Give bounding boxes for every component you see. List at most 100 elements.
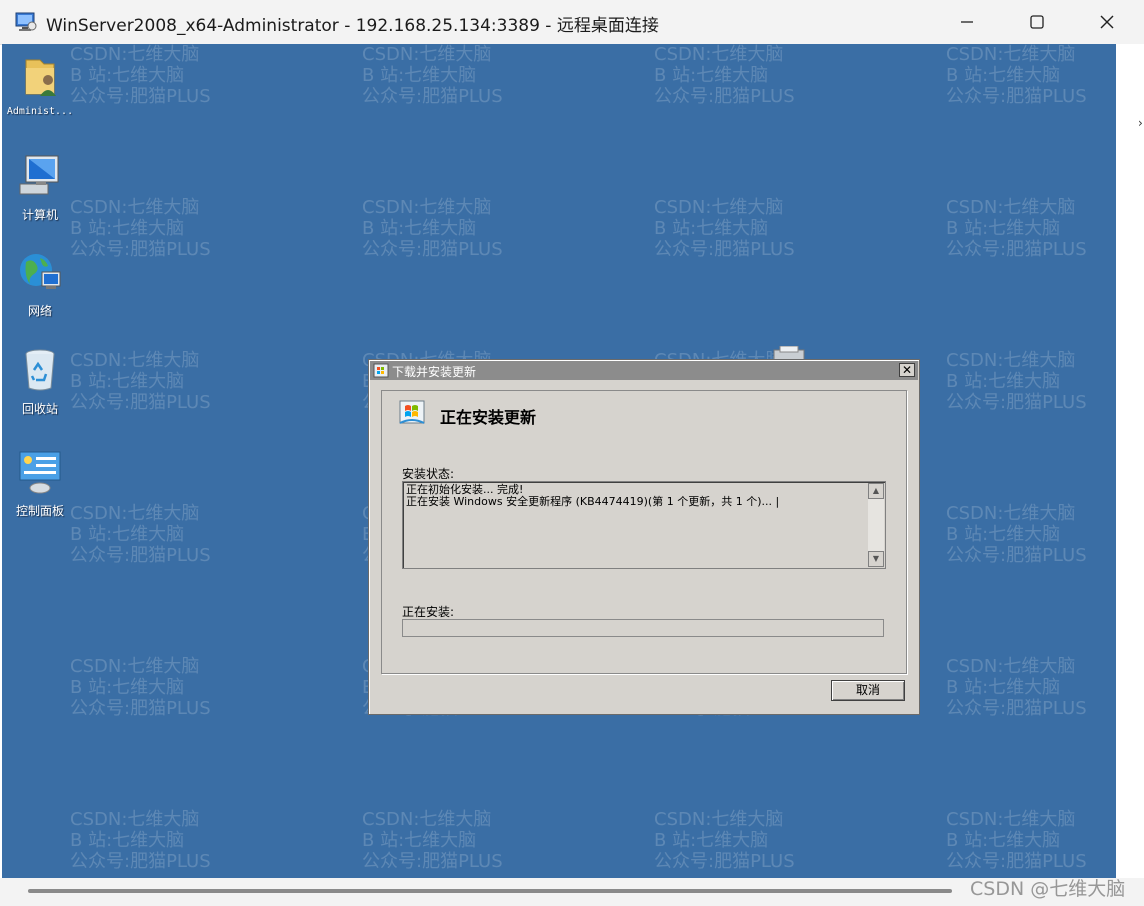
watermark-text: CSDN:七维大脑B 站:七维大脑公众号:肥猫PLUS [70,656,211,719]
windows-update-icon [373,363,389,378]
log-scrollbar[interactable]: ▲ ▼ [868,483,884,567]
dialog-heading: 正在安装更新 [440,408,537,427]
csdn-watermark: CSDN @七维大脑 [970,878,1126,900]
watermark-line: CSDN:七维大脑 [362,44,492,65]
scrollbar-thumb[interactable] [28,889,952,893]
desktop-icon-computer[interactable]: 计算机 [3,152,77,223]
desktop-icon-control-panel[interactable]: 控制面板 [3,448,77,519]
window-right-edge: › [1116,44,1144,878]
watermark-text: CSDN:七维大脑B 站:七维大脑公众号:肥猫PLUS [362,44,503,107]
printer-icon [773,346,805,360]
install-log-textbox[interactable]: 正在初始化安装... 完成! 正在安装 Windows 安全更新程序 (KB44… [402,481,886,569]
watermark-line: B 站:七维大脑 [362,218,477,239]
watermark-line: 公众号:肥猫PLUS [654,239,795,260]
watermark-text: CSDN:七维大脑B 站:七维大脑公众号:肥猫PLUS [946,44,1087,107]
watermark-line: B 站:七维大脑 [946,371,1061,392]
watermark-line: CSDN:七维大脑 [70,350,200,371]
watermark-text: CSDN:七维大脑B 站:七维大脑公众号:肥猫PLUS [362,197,503,260]
recycle-bin-icon [25,349,55,391]
chevron-right-icon: › [1138,116,1143,130]
installing-label: 正在安装: [402,605,455,619]
watermark-line: CSDN:七维大脑 [946,656,1076,677]
watermark-text: CSDN:七维大脑B 站:七维大脑公众号:肥猫PLUS [70,44,211,107]
desktop-icon-label: 回收站 [21,402,58,416]
watermark-text: CSDN:七维大脑B 站:七维大脑公众号:肥猫PLUS [946,350,1087,413]
watermark-line: 公众号:肥猫PLUS [946,392,1087,413]
watermark-line: B 站:七维大脑 [70,218,185,239]
watermark-line: B 站:七维大脑 [946,524,1061,545]
watermark-line: CSDN:七维大脑 [946,503,1076,524]
watermark-line: B 站:七维大脑 [654,218,769,239]
watermark-line: CSDN:七维大脑 [654,809,784,830]
watermark-line: 公众号:肥猫PLUS [70,239,211,260]
dialog-title: 下载并安装更新 [392,365,477,379]
cancel-button[interactable]: 取消 [831,680,905,701]
desktop-icon-label: 控制面板 [15,504,64,518]
remote-desktop[interactable]: CSDN:七维大脑 B 站:七维大脑 公众号:肥猫PLUS CSDN:七维大脑 B 站:… [2,44,1116,878]
dialog-content-panel: 正在安装更新 安装状态: 正在初始化安装... 完成! 正在安装 Windows… [381,390,907,674]
watermark-text: CSDN:七维大脑B 站:七维大脑公众号:肥猫PLUS [70,809,211,872]
watermark-line: 公众号:肥猫PLUS [70,698,211,719]
desktop-icon-administrator[interactable]: Administ... [3,52,77,117]
scroll-down-icon[interactable]: ▼ [868,551,884,567]
watermark-line: 公众号:肥猫PLUS [70,545,211,566]
watermark-text: CSDN:七维大脑B 站:七维大脑公众号:肥猫PLUS [946,809,1087,872]
watermark-line: B 站:七维大脑 [70,371,185,392]
watermark-line: 公众号:肥猫PLUS [70,851,211,872]
watermark-text: CSDN:七维大脑B 站:七维大脑公众号:肥猫PLUS [654,197,795,260]
maximize-button[interactable] [1002,0,1072,44]
desktop-icon-label: Administ... [6,106,74,117]
dialog-close-button[interactable]: ✕ [899,363,915,377]
windows-update-icon [399,400,425,424]
watermark-line: 公众号:肥猫PLUS [946,239,1087,260]
install-status-label: 安装状态: [402,467,455,481]
watermark-line: CSDN:七维大脑 [946,197,1076,218]
watermark-line: 公众号:肥猫PLUS [654,86,795,107]
minimize-button[interactable] [932,0,1002,44]
dialog-titlebar: 下载并安装更新 ✕ [370,361,918,380]
minimize-icon [961,21,973,23]
watermark-line: B 站:七维大脑 [70,830,185,851]
desktop-icon-recycle-bin[interactable]: 回收站 [3,346,77,417]
watermark-line: CSDN:七维大脑 [70,503,200,524]
window-titlebar: WinServer2008_x64-Administrator - 192.16… [0,0,1144,45]
window-title: WinServer2008_x64-Administrator - 192.16… [46,16,659,36]
watermark-text: CSDN:七维大脑B 站:七维大脑公众号:肥猫PLUS [70,503,211,566]
update-install-dialog: 下载并安装更新 ✕ 正在安装更新 安装状态: 正在初始化安装... 完成! 正在… [368,359,920,715]
watermark-line: 公众号:肥猫PLUS [946,851,1087,872]
watermark-line: CSDN:七维大脑 [946,44,1076,65]
watermark-line: B 站:七维大脑 [70,65,185,86]
control-panel-icon [19,451,61,494]
watermark-text: CSDN:七维大脑B 站:七维大脑公众号:肥猫PLUS [946,197,1087,260]
scroll-up-icon[interactable]: ▲ [868,483,884,499]
watermark-line: CSDN:七维大脑 [362,809,492,830]
watermark-line: 公众号:肥猫PLUS [70,86,211,107]
close-button[interactable] [1072,0,1142,44]
watermark-line: CSDN:七维大脑 [654,197,784,218]
watermark-line: 公众号:肥猫PLUS [946,86,1087,107]
watermark-line: 公众号:肥猫PLUS [654,851,795,872]
watermark-line: B 站:七维大脑 [70,524,185,545]
watermark-line: B 站:七维大脑 [70,677,185,698]
user-folder-icon [25,59,56,96]
watermark-line: 公众号:肥猫PLUS [946,545,1087,566]
desktop-icon-network[interactable]: 网络 [3,248,77,319]
watermark-line: 公众号:肥猫PLUS [70,392,211,413]
watermark-line: 公众号:肥猫PLUS [362,851,503,872]
watermark-line: CSDN:七维大脑 [654,44,784,65]
watermark-line: B 站:七维大脑 [946,65,1061,86]
watermark-line: 公众号:肥猫PLUS [362,86,503,107]
close-icon [1100,15,1114,29]
remote-desktop-icon [15,12,37,31]
watermark-line: B 站:七维大脑 [362,830,477,851]
computer-icon [19,155,59,195]
watermark-line: B 站:七维大脑 [946,830,1061,851]
watermark-line: B 站:七维大脑 [362,65,477,86]
watermark-line: CSDN:七维大脑 [362,197,492,218]
watermark-line: B 站:七维大脑 [654,65,769,86]
watermark-line: CSDN:七维大脑 [70,44,200,65]
watermark-line: CSDN:七维大脑 [70,656,200,677]
watermark-line: B 站:七维大脑 [946,218,1061,239]
watermark-text: CSDN:七维大脑B 站:七维大脑公众号:肥猫PLUS [70,350,211,413]
watermark-line: B 站:七维大脑 [946,677,1061,698]
